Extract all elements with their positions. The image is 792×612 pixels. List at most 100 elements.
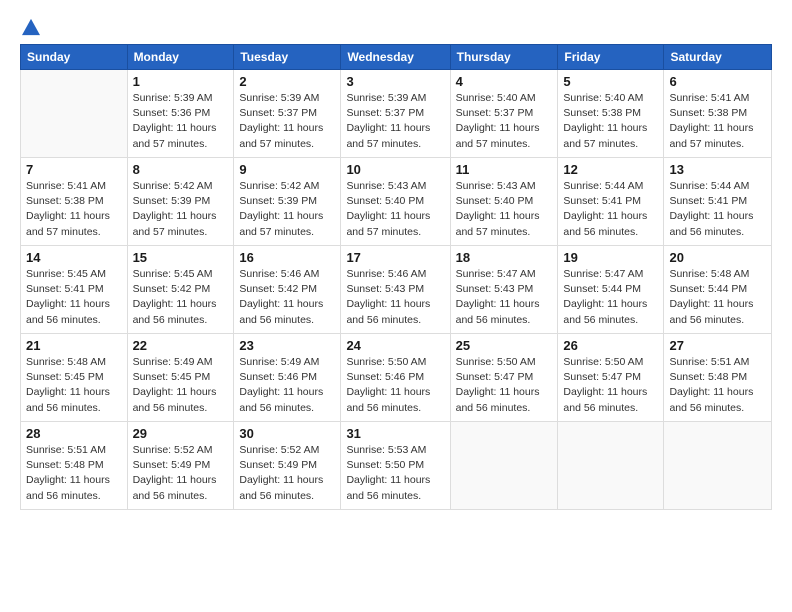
day-number: 15 (133, 250, 229, 265)
day-cell: 23 Sunrise: 5:49 AM Sunset: 5:46 PM Dayli… (234, 334, 341, 422)
day-cell (558, 422, 664, 510)
day-info: Sunrise: 5:52 AM Sunset: 5:49 PM Dayligh… (133, 443, 229, 504)
day-number: 20 (669, 250, 766, 265)
day-number: 13 (669, 162, 766, 177)
day-number: 3 (346, 74, 444, 89)
day-number: 10 (346, 162, 444, 177)
day-cell: 28 Sunrise: 5:51 AM Sunset: 5:48 PM Dayli… (21, 422, 128, 510)
weekday-monday: Monday (127, 45, 234, 70)
day-info: Sunrise: 5:45 AM Sunset: 5:42 PM Dayligh… (133, 267, 229, 328)
day-number: 24 (346, 338, 444, 353)
weekday-friday: Friday (558, 45, 664, 70)
day-info: Sunrise: 5:51 AM Sunset: 5:48 PM Dayligh… (26, 443, 122, 504)
week-row-5: 28 Sunrise: 5:51 AM Sunset: 5:48 PM Dayli… (21, 422, 772, 510)
day-number: 25 (456, 338, 553, 353)
day-info: Sunrise: 5:46 AM Sunset: 5:42 PM Dayligh… (239, 267, 335, 328)
day-info: Sunrise: 5:45 AM Sunset: 5:41 PM Dayligh… (26, 267, 122, 328)
day-number: 23 (239, 338, 335, 353)
day-info: Sunrise: 5:42 AM Sunset: 5:39 PM Dayligh… (239, 179, 335, 240)
day-number: 9 (239, 162, 335, 177)
day-number: 4 (456, 74, 553, 89)
day-cell: 30 Sunrise: 5:52 AM Sunset: 5:49 PM Dayli… (234, 422, 341, 510)
day-cell: 3Sunrise: 5:39 AM Sunset: 5:37 PM Daylig… (341, 70, 450, 158)
day-cell: 26 Sunrise: 5:50 AM Sunset: 5:47 PM Dayli… (558, 334, 664, 422)
weekday-saturday: Saturday (664, 45, 772, 70)
day-number: 31 (346, 426, 444, 441)
day-cell: 24 Sunrise: 5:50 AM Sunset: 5:46 PM Dayli… (341, 334, 450, 422)
day-cell: 14 Sunrise: 5:45 AM Sunset: 5:41 PM Dayli… (21, 246, 128, 334)
day-number: 8 (133, 162, 229, 177)
weekday-wednesday: Wednesday (341, 45, 450, 70)
day-info: Sunrise: 5:44 AM Sunset: 5:41 PM Dayligh… (669, 179, 766, 240)
day-cell: 22 Sunrise: 5:49 AM Sunset: 5:45 PM Dayli… (127, 334, 234, 422)
day-info: Sunrise: 5:48 AM Sunset: 5:45 PM Dayligh… (26, 355, 122, 416)
day-info: Sunrise: 5:47 AM Sunset: 5:43 PM Dayligh… (456, 267, 553, 328)
day-number: 6 (669, 74, 766, 89)
day-cell: 29 Sunrise: 5:52 AM Sunset: 5:49 PM Dayli… (127, 422, 234, 510)
weekday-thursday: Thursday (450, 45, 558, 70)
day-number: 21 (26, 338, 122, 353)
day-number: 11 (456, 162, 553, 177)
day-cell (664, 422, 772, 510)
day-info: Sunrise: 5:49 AM Sunset: 5:46 PM Dayligh… (239, 355, 335, 416)
day-cell: 6 Sunrise: 5:41 AM Sunset: 5:38 PM Daylig… (664, 70, 772, 158)
day-number: 22 (133, 338, 229, 353)
day-cell: 1Sunrise: 5:39 AM Sunset: 5:36 PM Daylig… (127, 70, 234, 158)
day-info: Sunrise: 5:50 AM Sunset: 5:46 PM Dayligh… (346, 355, 444, 416)
day-cell: 17Sunrise: 5:46 AM Sunset: 5:43 PM Dayli… (341, 246, 450, 334)
day-cell: 4 Sunrise: 5:40 AM Sunset: 5:37 PM Daylig… (450, 70, 558, 158)
weekday-sunday: Sunday (21, 45, 128, 70)
day-info: Sunrise: 5:49 AM Sunset: 5:45 PM Dayligh… (133, 355, 229, 416)
day-cell: 18 Sunrise: 5:47 AM Sunset: 5:43 PM Dayli… (450, 246, 558, 334)
day-number: 26 (563, 338, 658, 353)
day-info: Sunrise: 5:40 AM Sunset: 5:37 PM Dayligh… (456, 91, 553, 152)
day-cell: 21 Sunrise: 5:48 AM Sunset: 5:45 PM Dayli… (21, 334, 128, 422)
day-cell (21, 70, 128, 158)
calendar-container: SundayMondayTuesdayWednesdayThursdayFrid… (0, 0, 792, 520)
weekday-tuesday: Tuesday (234, 45, 341, 70)
day-number: 29 (133, 426, 229, 441)
week-row-1: 1Sunrise: 5:39 AM Sunset: 5:36 PM Daylig… (21, 70, 772, 158)
day-info: Sunrise: 5:50 AM Sunset: 5:47 PM Dayligh… (456, 355, 553, 416)
logo-icon (22, 18, 40, 36)
calendar-table: SundayMondayTuesdayWednesdayThursdayFrid… (20, 44, 772, 510)
day-info: Sunrise: 5:50 AM Sunset: 5:47 PM Dayligh… (563, 355, 658, 416)
day-number: 28 (26, 426, 122, 441)
day-info: Sunrise: 5:43 AM Sunset: 5:40 PM Dayligh… (346, 179, 444, 240)
day-cell: 31Sunrise: 5:53 AM Sunset: 5:50 PM Dayli… (341, 422, 450, 510)
day-info: Sunrise: 5:39 AM Sunset: 5:37 PM Dayligh… (239, 91, 335, 152)
day-cell: 2 Sunrise: 5:39 AM Sunset: 5:37 PM Daylig… (234, 70, 341, 158)
day-info: Sunrise: 5:44 AM Sunset: 5:41 PM Dayligh… (563, 179, 658, 240)
day-cell: 25 Sunrise: 5:50 AM Sunset: 5:47 PM Dayli… (450, 334, 558, 422)
day-number: 30 (239, 426, 335, 441)
day-cell: 20 Sunrise: 5:48 AM Sunset: 5:44 PM Dayli… (664, 246, 772, 334)
day-cell: 13 Sunrise: 5:44 AM Sunset: 5:41 PM Dayli… (664, 158, 772, 246)
day-number: 2 (239, 74, 335, 89)
day-cell (450, 422, 558, 510)
day-cell: 10 Sunrise: 5:43 AM Sunset: 5:40 PM Dayli… (341, 158, 450, 246)
logo (20, 18, 40, 32)
day-cell: 9 Sunrise: 5:42 AM Sunset: 5:39 PM Daylig… (234, 158, 341, 246)
day-info: Sunrise: 5:42 AM Sunset: 5:39 PM Dayligh… (133, 179, 229, 240)
day-cell: 7Sunrise: 5:41 AM Sunset: 5:38 PM Daylig… (21, 158, 128, 246)
day-info: Sunrise: 5:40 AM Sunset: 5:38 PM Dayligh… (563, 91, 658, 152)
day-number: 18 (456, 250, 553, 265)
day-info: Sunrise: 5:39 AM Sunset: 5:36 PM Dayligh… (133, 91, 229, 152)
week-row-4: 21 Sunrise: 5:48 AM Sunset: 5:45 PM Dayli… (21, 334, 772, 422)
day-info: Sunrise: 5:43 AM Sunset: 5:40 PM Dayligh… (456, 179, 553, 240)
weekday-header-row: SundayMondayTuesdayWednesdayThursdayFrid… (21, 45, 772, 70)
day-cell: 11 Sunrise: 5:43 AM Sunset: 5:40 PM Dayli… (450, 158, 558, 246)
week-row-3: 14 Sunrise: 5:45 AM Sunset: 5:41 PM Dayli… (21, 246, 772, 334)
day-number: 7 (26, 162, 122, 177)
week-row-2: 7Sunrise: 5:41 AM Sunset: 5:38 PM Daylig… (21, 158, 772, 246)
day-info: Sunrise: 5:46 AM Sunset: 5:43 PM Dayligh… (346, 267, 444, 328)
day-cell: 12 Sunrise: 5:44 AM Sunset: 5:41 PM Dayli… (558, 158, 664, 246)
day-number: 5 (563, 74, 658, 89)
day-cell: 19Sunrise: 5:47 AM Sunset: 5:44 PM Dayli… (558, 246, 664, 334)
day-number: 14 (26, 250, 122, 265)
day-info: Sunrise: 5:41 AM Sunset: 5:38 PM Dayligh… (669, 91, 766, 152)
day-info: Sunrise: 5:48 AM Sunset: 5:44 PM Dayligh… (669, 267, 766, 328)
day-info: Sunrise: 5:52 AM Sunset: 5:49 PM Dayligh… (239, 443, 335, 504)
day-number: 12 (563, 162, 658, 177)
day-cell: 15 Sunrise: 5:45 AM Sunset: 5:42 PM Dayli… (127, 246, 234, 334)
